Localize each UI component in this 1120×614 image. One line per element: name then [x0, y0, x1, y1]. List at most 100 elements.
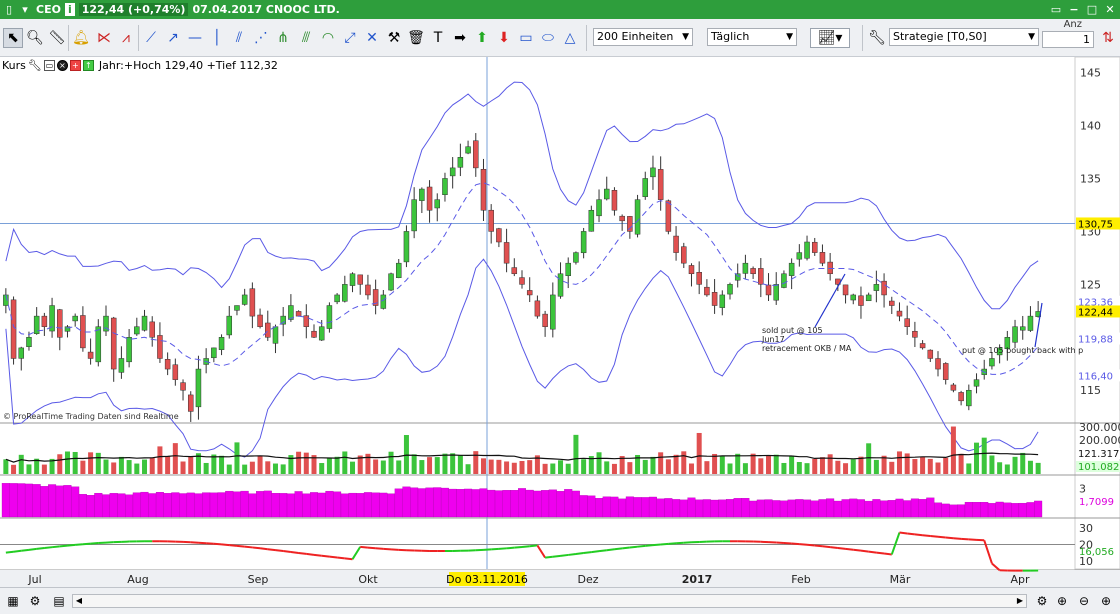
magenta-histogram-bar	[194, 493, 203, 518]
indicator1-tag: 1,7099	[1079, 497, 1114, 508]
ellipse-icon[interactable]: ⬭	[538, 28, 558, 48]
window-menu-icon[interactable]: ▯	[2, 3, 16, 16]
add-indicator-icon[interactable]: +	[69, 60, 81, 71]
annotation-bought-back: put @ 105 bought back with p	[962, 346, 1083, 355]
magenta-histogram-bar	[325, 490, 334, 518]
ruler-icon[interactable]: 📏︎	[47, 28, 67, 48]
oscillator-segment	[375, 547, 384, 550]
volume-bar	[1027, 460, 1033, 474]
arrow-up-icon[interactable]: ⬆	[472, 28, 492, 48]
minimize-icon[interactable]: −	[1066, 1, 1082, 17]
magenta-histogram-bar	[155, 492, 164, 518]
rectangle-icon[interactable]: ▭	[516, 28, 536, 48]
cross-lines-icon[interactable]: ✕	[362, 28, 382, 48]
expand-icon[interactable]: ⤢	[340, 28, 360, 48]
price-chart[interactable]: 145140135130125120115sold put @ 105Jun17…	[0, 57, 1120, 587]
candle-body	[958, 392, 964, 402]
candle-body	[457, 157, 464, 168]
keyboard-icon[interactable]: ▭	[1048, 1, 1064, 17]
candle-body	[26, 337, 32, 347]
volume-bar	[611, 463, 617, 474]
chart-type-icon[interactable]: 📈︎▾	[810, 28, 850, 48]
tools-icon[interactable]: ⚒	[384, 28, 404, 48]
magenta-histogram-bar	[941, 503, 950, 518]
candle-body	[665, 200, 672, 232]
candle-body	[973, 379, 980, 387]
chevron-down-icon[interactable]: ▾	[18, 3, 32, 16]
magenta-histogram-bar	[887, 500, 896, 518]
oscillator-segment	[652, 543, 661, 547]
table-icon[interactable]: ▤	[50, 593, 68, 609]
up-small-icon[interactable]: ↑	[82, 60, 94, 71]
gann-icon[interactable]: ⋰	[251, 28, 271, 48]
trash-icon[interactable]: 🗑︎	[406, 28, 426, 48]
candle-body	[334, 294, 340, 303]
info-icon[interactable]: i	[64, 3, 75, 16]
grid-icon[interactable]: ▦	[4, 593, 22, 609]
volume-bar	[134, 463, 140, 474]
units-select[interactable]: 200 Einheiten ▼	[593, 28, 693, 46]
candle-body	[550, 294, 556, 330]
maximize-icon[interactable]: □	[1084, 1, 1100, 17]
fibonacci-icon[interactable]: ⩘	[116, 28, 136, 48]
wrench-icon[interactable]: 🔧︎	[867, 28, 887, 48]
candle-body	[580, 231, 587, 254]
close-icon[interactable]: ✕	[1102, 1, 1118, 17]
channel-icon[interactable]: ⫽	[229, 28, 249, 48]
close-small-icon[interactable]: ×	[56, 60, 68, 71]
cursor-icon[interactable]: ⬉	[3, 28, 23, 48]
zoom-fit-icon[interactable]: ⊕	[1053, 593, 1071, 609]
horizontal-scrollbar[interactable]: ◀ ▶	[72, 594, 1027, 608]
scroll-left-icon[interactable]: ◀	[73, 595, 85, 607]
time-axis	[0, 570, 1120, 587]
chart-settings-icon[interactable]: ⚙	[1033, 593, 1051, 609]
zoom-icon[interactable]: 🔍︎	[25, 28, 45, 48]
candle-body	[603, 188, 610, 200]
oscillator-segment	[44, 546, 53, 550]
chart-area[interactable]: 145140135130125120115sold put @ 105Jun17…	[0, 57, 1120, 587]
pitchfork-icon[interactable]: ⋔	[273, 28, 293, 48]
arc-icon[interactable]: ◠	[318, 28, 338, 48]
candle-body	[365, 284, 371, 296]
order-icon[interactable]: ⇅	[1098, 28, 1118, 48]
settings-icon[interactable]: ⚙	[26, 593, 44, 609]
oscillator-segment	[244, 545, 253, 549]
trendline-icon[interactable]: ⟋	[141, 28, 161, 48]
time-axis-label: Apr	[1010, 573, 1030, 586]
volume-bar	[843, 463, 849, 474]
crosshair-date: Do 03.11.2016	[446, 573, 528, 586]
magenta-histogram-bar	[564, 489, 573, 518]
scroll-right-icon[interactable]: ▶	[1014, 595, 1026, 607]
oscillator-segment	[351, 546, 362, 560]
candle-body	[149, 321, 155, 338]
anz-input[interactable]: 1	[1042, 31, 1094, 48]
regression-icon[interactable]: ⫻	[296, 28, 316, 48]
vertical-line-icon[interactable]: │	[207, 28, 227, 48]
candle-body	[1027, 315, 1034, 331]
triangle-icon[interactable]: △	[560, 28, 580, 48]
arrow-right-icon[interactable]: ➡	[450, 28, 470, 48]
magenta-histogram-bar	[602, 496, 611, 518]
period-select[interactable]: Täglich ▼	[707, 28, 797, 46]
arrow-down-icon[interactable]: ⬇	[494, 28, 514, 48]
strategy-select[interactable]: Strategie [T0,S0] ▼	[889, 28, 1039, 46]
zoom-in-icon[interactable]: ⊕	[1097, 593, 1115, 609]
ray-icon[interactable]: ↗	[163, 28, 183, 48]
oscillator-segment	[614, 547, 623, 551]
volume-bar	[927, 458, 933, 474]
oscillator-segment	[367, 546, 376, 550]
candle-body	[634, 199, 641, 235]
oscillator-segment	[876, 551, 885, 555]
window-small-icon[interactable]: ▭	[43, 60, 55, 71]
oscillator-segment	[5, 550, 14, 554]
wrench-small-icon[interactable]: 🔧︎	[28, 59, 42, 72]
fan-tool-icon[interactable]: ⋉	[94, 28, 114, 48]
alert-bell-icon[interactable]: 🔔︎	[71, 28, 91, 48]
zoom-out-icon[interactable]: ⊖	[1075, 593, 1093, 609]
horizontal-line-icon[interactable]: —	[185, 28, 205, 48]
oscillator-segment	[321, 554, 330, 558]
text-tool-icon[interactable]: T	[428, 28, 448, 48]
oscillator-segment	[213, 542, 222, 546]
oscillator-segment	[822, 545, 831, 549]
magenta-histogram-bar	[718, 499, 727, 518]
